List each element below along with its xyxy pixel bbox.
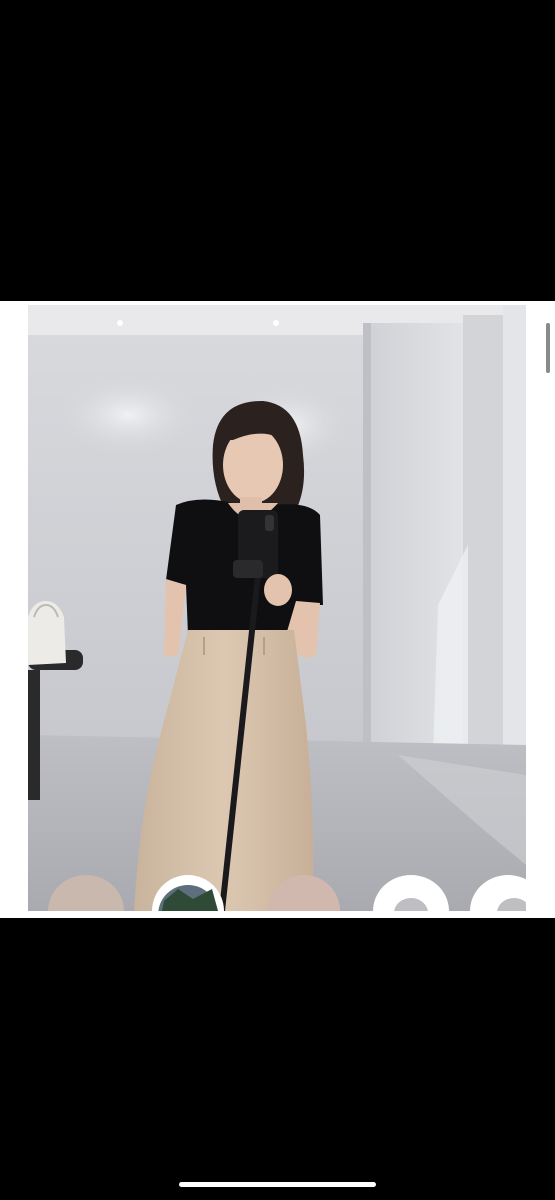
product-photo[interactable] <box>28 305 526 911</box>
mirror-selfie-image <box>28 305 526 911</box>
image-viewer <box>0 0 555 1200</box>
scroll-indicator[interactable] <box>546 323 550 373</box>
photo-frame <box>0 301 555 918</box>
home-indicator[interactable] <box>179 1182 376 1187</box>
